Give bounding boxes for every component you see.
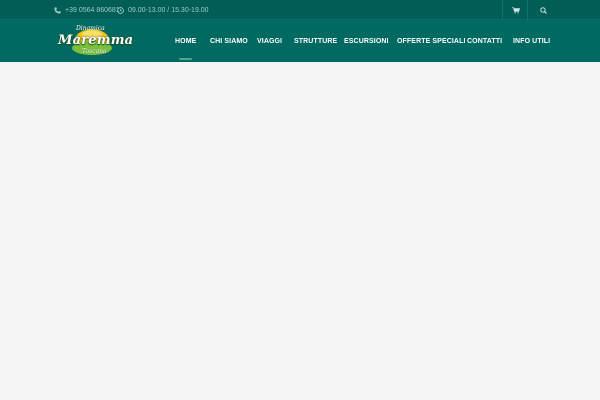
nav-item-strutture[interactable]: STRUTTURE bbox=[294, 20, 337, 62]
nav-item-escursioni[interactable]: ESCURSIONI bbox=[344, 20, 389, 62]
nav-item-label: INFO UTILI bbox=[513, 37, 551, 45]
phone-contact[interactable]: +39 0564 860681 bbox=[54, 0, 120, 20]
nav-item-home[interactable]: HOME bbox=[175, 20, 196, 62]
top-bar: +39 0564 860681 09.00-13.00 / 15.30-19.0… bbox=[0, 0, 600, 20]
topbar-divider bbox=[502, 0, 503, 20]
nav-item-label: CHI SIAMO bbox=[210, 37, 248, 45]
main-navbar: Dinamica Maremma Toscana HOME CHI SIAMO … bbox=[0, 20, 600, 62]
logo-sub-text: Toscana bbox=[82, 48, 107, 55]
nav-item-info-utili[interactable]: INFO UTILI bbox=[513, 20, 550, 62]
topbar-divider bbox=[527, 0, 528, 20]
site-logo[interactable]: Dinamica Maremma Toscana bbox=[56, 24, 133, 58]
nav-item-viaggi[interactable]: VIAGGI bbox=[257, 20, 282, 62]
nav-item-label: STRUTTURE bbox=[294, 37, 338, 45]
phone-icon bbox=[54, 6, 61, 14]
cart-button[interactable] bbox=[506, 0, 526, 20]
hours-text: 09.00-13.00 / 15.30-19.00 bbox=[128, 6, 209, 14]
nav-item-chi-siamo[interactable]: CHI SIAMO bbox=[210, 20, 248, 62]
nav-item-label: VIAGGI bbox=[257, 37, 283, 45]
clock-icon bbox=[117, 6, 124, 14]
search-icon bbox=[539, 1, 547, 19]
phone-number: +39 0564 860681 bbox=[65, 6, 120, 14]
nav-item-label: OFFERTE SPECIALI bbox=[397, 37, 466, 45]
opening-hours: 09.00-13.00 / 15.30-19.00 bbox=[117, 0, 209, 20]
nav-item-label: CONTATTI bbox=[467, 37, 503, 45]
logo-top-text: Dinamica bbox=[76, 25, 105, 32]
nav-item-offerte-speciali[interactable]: OFFERTE SPECIALI bbox=[397, 20, 466, 62]
logo-main-text: Maremma bbox=[58, 33, 134, 48]
nav-item-contatti[interactable]: CONTATTI bbox=[467, 20, 502, 62]
page-content bbox=[0, 62, 600, 400]
cart-icon bbox=[512, 1, 521, 19]
search-button[interactable] bbox=[533, 0, 553, 20]
nav-item-label: HOME bbox=[175, 37, 197, 45]
nav-item-label: ESCURSIONI bbox=[344, 37, 389, 45]
